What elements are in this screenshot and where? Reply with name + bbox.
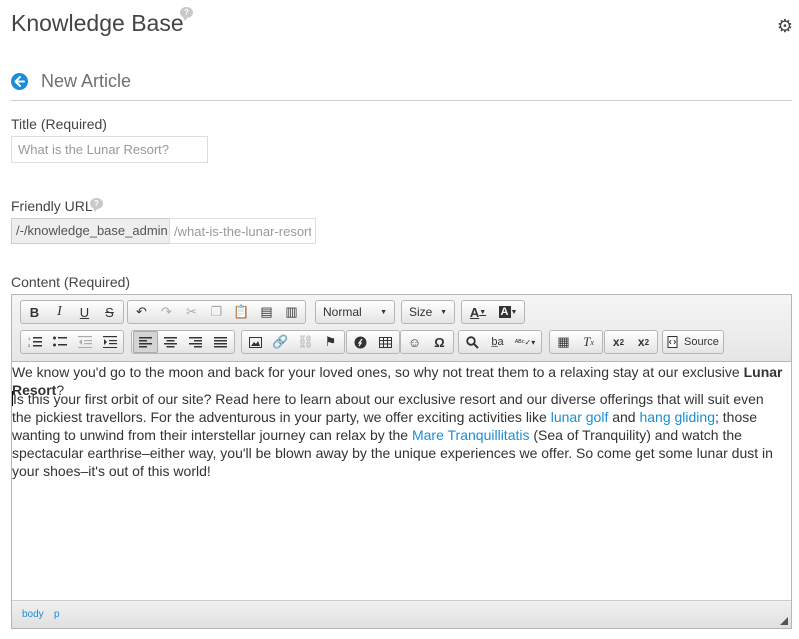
friendly-url-input[interactable] bbox=[169, 218, 316, 244]
find-icon[interactable] bbox=[460, 331, 485, 353]
bg-color-label: A bbox=[498, 306, 511, 318]
color-group: A ▼ A ▼ bbox=[461, 300, 525, 324]
italic-button[interactable]: I bbox=[47, 301, 72, 323]
insert-group: 🔗 ⛓ ⚑ bbox=[241, 330, 345, 354]
chevron-down-icon: ▼ bbox=[380, 308, 387, 316]
indent-icon[interactable] bbox=[97, 331, 122, 353]
friendly-url-label: Friendly URL bbox=[11, 198, 93, 214]
paste-word-icon[interactable]: ▥ bbox=[279, 301, 304, 323]
cut-icon[interactable]: ✂ bbox=[179, 301, 204, 323]
editor-statusbar: body p bbox=[12, 600, 791, 628]
size-value: Size bbox=[409, 305, 433, 319]
undo-icon[interactable]: ↶ bbox=[129, 301, 154, 323]
page-subtitle: New Article bbox=[41, 71, 132, 91]
special-chars-group: ☺ Ω bbox=[400, 330, 454, 354]
replace-icon[interactable]: b̲a bbox=[485, 331, 510, 353]
clipboard-group: ↶ ↷ ✂ ❐ 📋 ▤ ▥ bbox=[127, 300, 306, 324]
svg-text:1: 1 bbox=[28, 336, 31, 341]
title-input[interactable] bbox=[11, 136, 208, 163]
back-button[interactable] bbox=[11, 73, 28, 90]
rich-text-editor: B I U S ↶ ↷ ✂ ❐ 📋 ▤ ▥ Normal ▼ Size ▼ A … bbox=[11, 294, 792, 629]
background-color-button[interactable]: A ▼ bbox=[493, 301, 523, 323]
friendly-url-prefix: /-/knowledge_base_admin bbox=[11, 218, 170, 244]
editor-toolbar: B I U S ↶ ↷ ✂ ❐ 📋 ▤ ▥ Normal ▼ Size ▼ A … bbox=[12, 295, 791, 362]
path-body[interactable]: body bbox=[22, 609, 44, 620]
align-right-icon[interactable] bbox=[183, 331, 208, 353]
editor-content[interactable]: We know you'd go to the moon and back fo… bbox=[12, 363, 791, 600]
find-group: b̲a ᴬᴮᶜ✓▾ bbox=[458, 330, 542, 354]
text-color-label: A bbox=[469, 304, 480, 320]
app-title: Knowledge Base bbox=[11, 10, 184, 36]
flash-icon[interactable] bbox=[348, 331, 373, 353]
redo-icon[interactable]: ↷ bbox=[154, 301, 179, 323]
lunar-golf-link[interactable]: lunar golf bbox=[551, 409, 609, 425]
show-blocks-icon[interactable]: ▦ bbox=[551, 331, 576, 353]
underline-button[interactable]: U bbox=[72, 301, 97, 323]
text-color-button[interactable]: A ▼ bbox=[463, 301, 493, 323]
script-group: x2 x2 bbox=[604, 330, 658, 354]
format-value: Normal bbox=[323, 305, 362, 319]
image-icon[interactable] bbox=[243, 331, 268, 353]
remove-format-icon[interactable]: Tx bbox=[576, 331, 601, 353]
friendly-url-help-icon[interactable]: ? bbox=[90, 198, 103, 212]
help-icon[interactable]: ? bbox=[180, 7, 193, 21]
divider bbox=[11, 100, 792, 101]
table-icon[interactable] bbox=[373, 331, 398, 353]
paste-icon[interactable]: 📋 bbox=[229, 301, 254, 323]
arrow-left-icon bbox=[14, 76, 25, 87]
numbered-list-icon[interactable]: 12 bbox=[22, 331, 47, 353]
path-p[interactable]: p bbox=[54, 609, 60, 620]
align-justify-icon[interactable] bbox=[208, 331, 233, 353]
paragraph-2: Is this your first orbit of our site? Re… bbox=[12, 391, 773, 479]
strikethrough-button[interactable]: S bbox=[97, 301, 122, 323]
align-center-icon[interactable] bbox=[158, 331, 183, 353]
superscript-icon[interactable]: x2 bbox=[631, 331, 656, 353]
source-label: Source bbox=[684, 336, 719, 348]
basic-styles-group: B I U S bbox=[20, 300, 124, 324]
link-icon[interactable]: 🔗 bbox=[268, 331, 293, 353]
size-combo[interactable]: Size ▼ bbox=[401, 300, 455, 324]
bold-button[interactable]: B bbox=[22, 301, 47, 323]
source-button[interactable]: Source bbox=[662, 330, 724, 354]
align-left-icon[interactable] bbox=[133, 331, 158, 353]
source-icon bbox=[667, 336, 678, 348]
subscript-icon[interactable]: x2 bbox=[606, 331, 631, 353]
paste-text-icon[interactable]: ▤ bbox=[254, 301, 279, 323]
chevron-down-icon: ▼ bbox=[440, 308, 447, 316]
content-label: Content (Required) bbox=[11, 274, 131, 290]
outdent-icon[interactable] bbox=[72, 331, 97, 353]
bulleted-list-icon[interactable] bbox=[47, 331, 72, 353]
copy-icon[interactable]: ❐ bbox=[204, 301, 229, 323]
omega-icon[interactable]: Ω bbox=[427, 331, 452, 353]
spellcheck-icon[interactable]: ᴬᴮᶜ✓▾ bbox=[510, 331, 540, 353]
anchor-flag-icon[interactable]: ⚑ bbox=[318, 331, 343, 353]
gear-icon[interactable]: ⚙ bbox=[776, 17, 794, 35]
list-indent-group: 12 bbox=[20, 330, 124, 354]
smiley-icon[interactable]: ☺ bbox=[402, 331, 427, 353]
resize-handle[interactable] bbox=[780, 617, 788, 625]
svg-text:2: 2 bbox=[28, 343, 31, 348]
format-combo[interactable]: Normal ▼ bbox=[315, 300, 395, 324]
title-label: Title (Required) bbox=[11, 116, 107, 132]
block-group: ▦ Tx bbox=[549, 330, 603, 354]
unlink-icon[interactable]: ⛓ bbox=[293, 331, 318, 353]
media-table-group bbox=[346, 330, 400, 354]
mare-tranquillitatis-link[interactable]: Mare Tranquillitatis bbox=[412, 427, 530, 443]
alignment-group bbox=[131, 330, 235, 354]
hang-gliding-link[interactable]: hang gliding bbox=[639, 409, 715, 425]
